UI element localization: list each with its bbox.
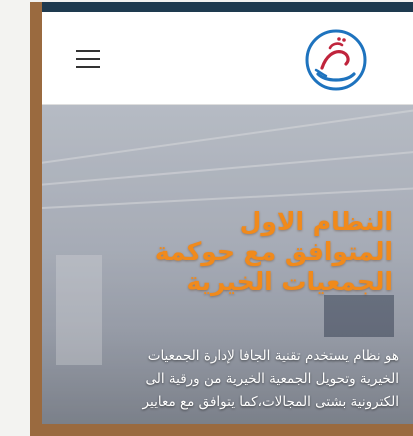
hero-title-line: الجمعيات الخيرية bbox=[186, 267, 393, 296]
hero-section: النظام الاول المتوافق مع حوكمة الجمعيات … bbox=[42, 105, 413, 424]
site-header bbox=[42, 12, 413, 105]
photo-frame: النظام الاول المتوافق مع حوكمة الجمعيات … bbox=[30, 2, 413, 436]
phone-screen: النظام الاول المتوافق مع حوكمة الجمعيات … bbox=[42, 2, 413, 424]
hero-description-line: الخيرية وتحويل الجمعية الخيرية من ورقية … bbox=[145, 371, 399, 387]
charity-hands-logo-icon[interactable] bbox=[304, 28, 368, 92]
hero-title-line: النظام الاول bbox=[239, 207, 393, 236]
hero-title: النظام الاول المتوافق مع حوكمة الجمعيات … bbox=[93, 207, 393, 297]
hero-description-line: هو نظام يستخدم تقنية الجافا لإدارة الجمع… bbox=[147, 348, 399, 364]
hamburger-menu-icon[interactable] bbox=[76, 50, 100, 68]
top-status-bar bbox=[42, 2, 413, 12]
hero-title-line: المتوافق مع حوكمة bbox=[154, 237, 393, 266]
hero-description: هو نظام يستخدم تقنية الجافا لإدارة الجمع… bbox=[79, 345, 399, 414]
hero-description-line: الكترونية بشتى المجالات،كما يتوافق مع مع… bbox=[142, 394, 399, 410]
